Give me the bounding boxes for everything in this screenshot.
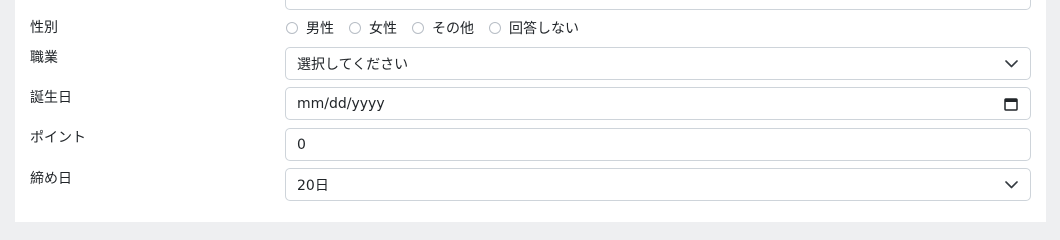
form-panel: 性別 男性 女性 その他 回答しない 職業 選択してください 誕生日 mm/dd… xyxy=(15,0,1046,222)
radio-label: 回答しない xyxy=(509,21,579,37)
gender-option-male[interactable]: 男性 xyxy=(286,18,334,38)
gender-option-female[interactable]: 女性 xyxy=(349,18,397,38)
radio-label: 男性 xyxy=(306,21,334,37)
gender-option-other[interactable]: その他 xyxy=(412,18,474,38)
radio-label: その他 xyxy=(432,21,474,37)
radio-label: 女性 xyxy=(369,21,397,37)
radio-button[interactable] xyxy=(412,22,424,34)
gender-label: 性別 xyxy=(30,20,58,36)
points-input-value: 0 xyxy=(297,136,306,153)
previous-input-field[interactable] xyxy=(285,0,1031,10)
birthday-date-input[interactable]: mm/dd/yyyy xyxy=(285,87,1031,120)
radio-button[interactable] xyxy=(489,22,501,34)
calendar-icon[interactable] xyxy=(1004,97,1018,111)
gender-radio-group: 男性 女性 その他 回答しない xyxy=(286,18,594,38)
birthday-date-value: mm/dd/yyyy xyxy=(297,95,385,112)
closing-day-select[interactable]: 20日 xyxy=(285,168,1031,201)
closing-day-select-value: 20日 xyxy=(297,177,329,194)
chevron-down-icon xyxy=(1004,178,1018,192)
gender-option-no-answer[interactable]: 回答しない xyxy=(489,18,579,38)
chevron-down-icon xyxy=(1004,57,1018,71)
points-input[interactable]: 0 xyxy=(285,128,1031,161)
points-label: ポイント xyxy=(30,130,86,146)
occupation-label: 職業 xyxy=(30,50,58,66)
birthday-label: 誕生日 xyxy=(30,90,72,106)
occupation-select[interactable]: 選択してください xyxy=(285,47,1031,80)
occupation-select-value: 選択してください xyxy=(297,56,409,73)
closing-day-label: 締め日 xyxy=(30,171,72,187)
radio-button[interactable] xyxy=(349,22,361,34)
radio-button[interactable] xyxy=(286,22,298,34)
